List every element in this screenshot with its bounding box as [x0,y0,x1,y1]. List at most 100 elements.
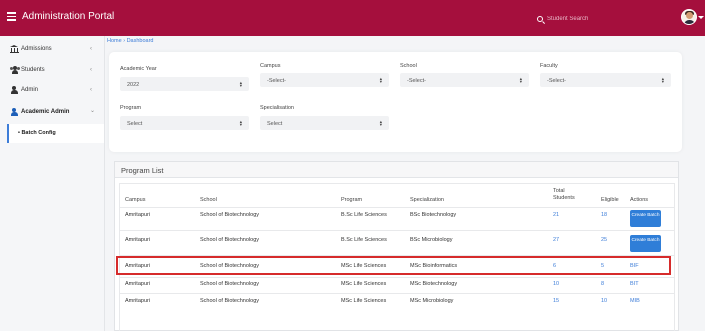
user-icon [10,86,19,94]
specialisation-label: Specialisation [260,105,294,111]
cell-eligible[interactable]: 8 [601,281,604,287]
cell-program: MSc Life Sciences [341,281,387,287]
institution-icon [10,45,19,54]
sort-arrows-icon: ▴ ▾ [661,75,664,84]
cell-campus: Amritapuri [125,212,151,218]
sidebar-item-label: Students [21,67,45,73]
specialisation-select[interactable]: Select ▴ ▾ [260,116,389,130]
program-list-card: Program List Campus School Program Speci… [114,161,679,331]
row-divider [119,293,675,294]
breadcrumb-home[interactable]: Home [107,38,122,44]
row-divider [119,230,675,231]
user-avatar[interactable] [681,9,697,25]
chevron-left-icon: ‹ [90,46,92,52]
filter-card: Academic Year 2022 ▴ ▾ Campus -Select- ▴ ▾… [109,52,682,152]
column-header-actions: Actions [630,197,649,203]
column-header-eligible: Eligible [601,197,619,203]
app-title: Administration Portal [22,11,115,22]
batch-code-link[interactable]: MIB [630,298,640,304]
sidebar-item-admissions[interactable]: Admissions ‹ [0,39,104,59]
cell-program: MSc Life Sciences [341,263,387,269]
sort-arrows-icon: ▴ ▾ [379,75,382,84]
breadcrumb: Home › Dashboard [107,38,153,44]
sidebar-item-admin[interactable]: Admin ‹ [0,80,104,100]
student-search-input[interactable] [547,13,617,25]
specialisation-value: Select [267,120,283,127]
row-divider [119,277,675,278]
top-bar: Administration Portal [0,0,705,36]
cell-total-students[interactable]: 21 [553,212,559,218]
column-header-school: School [200,197,217,203]
create-batch-button[interactable]: Create Batch [630,235,661,252]
search-icon [537,16,543,22]
hamburger-menu-icon[interactable] [7,12,16,21]
sidebar-item-label: Academic Admin [21,109,70,115]
chevron-down-icon: ⌄ [90,108,96,114]
cell-eligible[interactable]: 18 [601,212,607,218]
cell-specialization: MSc Microbiology [410,298,454,304]
cell-eligible[interactable]: 25 [601,237,607,243]
cell-school: School of Biotechnology [200,237,260,243]
program-list-title: Program List [121,166,164,175]
program-table [119,183,675,331]
cell-eligible[interactable]: 5 [601,263,604,269]
cell-specialization: MSc Bioinformatics [410,263,458,269]
batch-code-link[interactable]: BIF [630,263,639,269]
sidebar-subitem-batch-config[interactable]: • Batch Config [7,124,104,143]
school-value: -Select- [407,77,426,84]
faculty-value: -Select- [547,77,566,84]
sort-arrows-icon: ▴ ▾ [239,79,242,88]
cell-total-students[interactable]: 15 [553,298,559,304]
sidebar-item-label: Admin [21,87,39,93]
cell-total-students[interactable]: 10 [553,281,559,287]
campus-select[interactable]: -Select- ▴ ▾ [260,73,389,87]
faculty-select[interactable]: -Select- ▴ ▾ [540,73,671,87]
academic-year-select[interactable]: 2022 ▴ ▾ [120,77,249,91]
cell-total-students[interactable]: 6 [553,263,556,269]
column-header-program: Program [341,197,363,203]
breadcrumb-current[interactable]: Dashboard [127,38,154,44]
user-admin-icon [10,108,19,116]
sort-arrows-icon: ▴ ▾ [239,118,242,127]
cell-total-students[interactable]: 27 [553,237,559,243]
cell-campus: Amritapuri [125,237,151,243]
column-header-campus: Campus [125,197,146,203]
cell-program: MSc Life Sciences [341,298,387,304]
campus-value: -Select- [267,77,286,84]
sidebar-subitem-label: • Batch Config [18,130,56,136]
batch-code-link[interactable]: BIT [630,281,639,287]
cell-campus: Amritapuri [125,263,151,269]
sidebar-item-academic-admin[interactable]: Academic Admin ⌄ [0,102,104,122]
faculty-label: Faculty [540,63,558,69]
campus-label: Campus [260,63,281,69]
program-label: Program [120,105,142,111]
school-select[interactable]: -Select- ▴ ▾ [400,73,529,87]
academic-year-value: 2022 [127,81,140,88]
cell-specialization: MSc Biotechnology [410,281,458,287]
cell-school: School of Biotechnology [200,263,260,269]
cell-specialization: BSc Biotechnology [410,212,457,218]
cell-campus: Amritapuri [125,281,151,287]
program-select[interactable]: Select ▴ ▾ [120,116,249,130]
cell-specialization: BSc Microbiology [410,237,453,243]
row-divider [119,255,675,256]
program-list-header: Program List [115,162,678,178]
column-header-specialization: Specialization [410,197,444,203]
row-divider [119,207,675,208]
school-label: School [400,63,417,69]
sidebar-item-label: Admissions [21,46,52,52]
chevron-left-icon: ‹ [90,67,92,73]
cell-school: School of Biotechnology [200,212,260,218]
sort-arrows-icon: ▴ ▾ [379,118,382,127]
cell-campus: Amritapuri [125,298,151,304]
sidebar-item-students[interactable]: Students ‹ [0,60,104,80]
cell-program: B.Sc Life Sciences [341,237,387,243]
column-header-total-students: Total Students [553,188,575,201]
cell-eligible[interactable]: 10 [601,298,607,304]
program-value: Select [127,120,143,127]
cell-school: School of Biotechnology [200,281,260,287]
create-batch-button[interactable]: Create Batch [630,210,661,227]
sidebar: Admissions ‹ Students ‹ Admin ‹ Academic… [0,36,105,331]
caret-down-icon[interactable] [698,16,704,19]
cell-program: B.Sc Life Sciences [341,212,387,218]
